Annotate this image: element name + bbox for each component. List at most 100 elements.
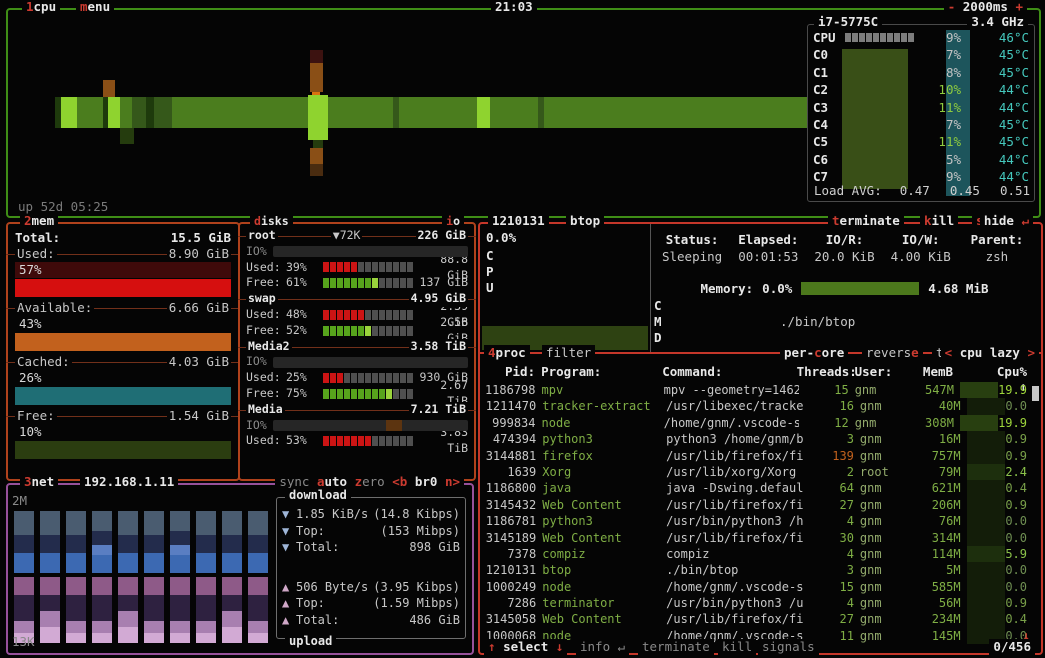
net-speed-row: ▲Top:(1.59 Mibps) [282,595,460,612]
mem-stat-label-row: Free:1.54 GiB [15,408,231,424]
proc-list: 1186798mpvmpv --geometry=146215gnm547M19… [484,382,1027,644]
net-address: 192.168.1.11 [80,475,178,489]
core-percent: 11% [921,133,961,150]
proc-row[interactable]: 1639Xorg/usr/lib/xorg/Xorg2root79M2.4 [484,464,1027,480]
net-speed-row: ▼Total:898 GiB [282,539,460,556]
detail-memory: Memory:0.0% 4.68 MiB [654,280,1035,296]
core-temp: 44°C [987,151,1029,168]
cpu-graph-segment [154,97,172,128]
net-speed-row: ▲506 Byte/s(3.95 Kibps) [282,579,460,596]
core-percent: 10% [921,81,961,98]
divider [650,224,651,352]
core-label: CPU [813,29,845,46]
selected-name: btop [566,214,604,228]
proc-row[interactable]: 3145058Web Content/usr/lib/firefox/fi27g… [484,611,1027,627]
mem-box: 2mem Total:15.5 GiB Used:8.90 GiB57%Avai… [6,222,240,481]
signals-footer-button[interactable]: signals [758,639,819,655]
proc-row[interactable]: 1186800javajava -Dswing.defaul64gnm621M0… [484,480,1027,496]
core-rows: CPU9%46°CC07%45°CC18%45°CC210%44°CC311%4… [813,29,1029,186]
load-value: 0.45 [950,183,980,198]
cpu-core-panel: i7-5775C 3.4 GHz CPU9%46°CC07%45°CC18%45… [807,24,1035,202]
net-zero-toggle[interactable]: zero [355,474,385,489]
net-graph-column [66,493,86,643]
proc-row[interactable]: 7378compizcompiz4gnm114M5.9 [484,546,1027,562]
per-core-toggle[interactable]: per-core [780,345,848,361]
cpu-model-label: i7-5775C [814,15,882,29]
mem-stat-percent: 26% [15,370,231,386]
proc-row[interactable]: 3144881firefox/usr/lib/firefox/fi139gnm7… [484,448,1027,464]
kill-footer-button[interactable]: kill [718,639,756,655]
btop-screen: 1cpu menu 21:03 - 2000ms + up 52d 05:25 … [0,0,1045,658]
proc-row[interactable]: 1210131btop./bin/btop3gnm5M0.0 [484,562,1027,578]
proc-row[interactable]: 3145189Web Content/usr/lib/firefox/fi30g… [484,530,1027,546]
proc-row[interactable]: 1000249node/home/gnm/.vscode-s15gnm585M0… [484,579,1027,595]
proc-box-title[interactable]: 4proc [484,345,530,361]
proc-row[interactable]: 3145432Web Content/usr/lib/firefox/fi27g… [484,497,1027,513]
core-row: C65%44°C [813,151,1029,168]
core-temp: 46°C [987,29,1029,46]
mem-box-title[interactable]: 2mem [20,214,58,228]
cpu-graph-segment [310,50,323,63]
core-percent: 8% [921,64,961,81]
core-row: C18%45°C [813,64,1029,81]
net-graph-column [144,493,164,643]
net-iface-switch[interactable]: <b br0 n> [392,474,460,489]
core-temp: 44°C [987,81,1029,98]
filter-button[interactable]: filter [542,345,595,361]
kill-button[interactable]: kill [920,214,958,228]
disks-box-title[interactable]: disks [250,214,293,228]
load-average: Load AVG:0.470.450.51 [814,183,1030,198]
proc-row[interactable]: 1186798mpvmpv --geometry=146215gnm547M19… [484,382,1027,398]
mem-stat-label-row: Available:6.66 GiB [15,300,231,316]
disk-io-row: IO% [246,354,468,370]
proc-row[interactable]: 1211470tracker-extract/usr/libexec/track… [484,398,1027,414]
disk-entries: root▼72K226 GiBIO%Used:39%88.8 GiBFree:6… [246,228,468,449]
net-auto-toggle[interactable]: auto [317,474,347,489]
select-keys[interactable]: ↑ select ↓ [484,639,567,655]
info-button[interactable]: info ↵ [576,639,629,655]
net-graph-column [118,493,138,643]
io-mode-toggle[interactable]: io [442,214,464,228]
cpu-graph-segment [310,63,323,92]
core-temp: 45°C [987,133,1029,150]
net-graph-column [222,493,242,643]
disk-usage-row: Used:39%88.8 GiB [246,260,468,276]
sort-mode-selector[interactable]: < cpu lazy > [941,345,1039,361]
proc-row[interactable]: 474394python3python3 /home/gnm/b3gnm16M0… [484,431,1027,447]
core-temp: 45°C [987,116,1029,133]
disk-usage-row: Free:61%137 GiB [246,275,468,291]
mem-stat-percent: 43% [15,316,231,332]
scrollbar-thumb[interactable] [1032,386,1039,401]
net-graph-column [248,493,268,643]
cpu-graph-segment [108,97,120,128]
terminate-button[interactable]: terminate [828,214,904,228]
cpu-graph-segment [61,97,77,128]
net-upload-scale: 13K [12,634,35,649]
core-temp: 45°C [987,64,1029,81]
core-meter [845,33,921,42]
net-sync-toggle[interactable]: sync [279,474,309,489]
detail-cpu-percent: 0.0% [486,230,516,245]
proc-row[interactable]: 1186781python3/usr/bin/python3 /h4gnm76M… [484,513,1027,529]
core-label: C2 [813,81,845,98]
cpu-freq-label: 3.4 GHz [967,15,1028,29]
core-label: C6 [813,151,845,168]
detail-memory-bar [801,282,919,295]
core-row: C07%45°C [813,46,1029,63]
reverse-toggle[interactable]: reverse [862,345,923,361]
core-label: C3 [813,99,845,116]
selected-pid: 1210131 [488,214,549,228]
cpu-graph-segment [538,97,544,128]
net-box-title[interactable]: 3net [20,475,58,489]
proc-row[interactable]: 7286terminator/usr/bin/python3 /u4gnm56M… [484,595,1027,611]
proc-box: 1210131 btop terminate kill signals hide… [478,222,1043,655]
hide-button[interactable]: hide ↵ [980,214,1033,228]
cpu-graph-segment [310,148,323,164]
terminate-footer-button[interactable]: terminate [638,639,714,655]
mem-stat-bar [15,279,231,297]
proc-row[interactable]: 999834node/home/gnm/.vscode-s12gnm308M19… [484,415,1027,431]
net-graph-column [196,493,216,643]
load-value: 0.47 [900,183,930,198]
net-graph-column [92,493,112,643]
detail-values: Sleeping00:01:5320.0 KiB4.00 KiBzsh [654,249,1035,264]
